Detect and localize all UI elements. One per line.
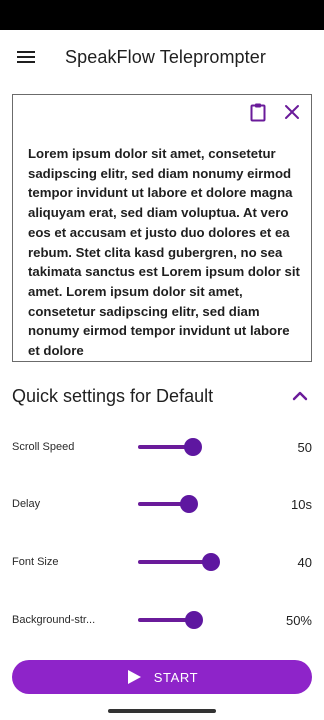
delay-slider[interactable] <box>138 490 238 518</box>
setting-label: Delay <box>12 498 41 510</box>
slider-thumb[interactable] <box>202 553 220 571</box>
script-text-area[interactable]: Lorem ipsum dolor sit amet, consetetur s… <box>12 94 312 362</box>
setting-value: 40 <box>297 554 312 570</box>
slider-thumb[interactable] <box>185 611 203 629</box>
start-button-label: START <box>153 669 199 685</box>
clipboard-icon <box>250 103 266 122</box>
slider-thumb[interactable] <box>184 438 202 456</box>
quick-settings-title: Quick settings for Default <box>12 385 214 406</box>
scroll-speed-slider[interactable] <box>138 433 238 461</box>
app-bar: SpeakFlow Teleprompter <box>0 30 324 84</box>
status-bar <box>0 0 324 30</box>
setting-row-background-strength: Background-str... 50% <box>12 606 312 634</box>
setting-label: Font Size <box>12 556 59 568</box>
slider-thumb[interactable] <box>180 495 198 513</box>
setting-row-font-size: Font Size 40 <box>12 548 312 576</box>
slider-track <box>138 560 211 564</box>
home-indicator <box>108 709 216 713</box>
setting-value: 10s <box>291 496 312 512</box>
setting-label: Scroll Speed <box>12 441 75 453</box>
chevron-up-icon <box>292 391 308 401</box>
close-icon <box>285 105 299 119</box>
font-size-slider[interactable] <box>138 548 238 576</box>
menu-button[interactable] <box>0 30 52 84</box>
background-strength-slider[interactable] <box>138 606 238 634</box>
setting-value: 50 <box>297 439 312 455</box>
setting-row-scroll-speed: Scroll Speed 50 <box>12 433 312 461</box>
setting-row-delay: Delay 10s <box>12 490 312 518</box>
quick-settings-header: Quick settings for Default <box>12 380 312 412</box>
clear-button[interactable] <box>281 101 303 123</box>
script-text[interactable]: Lorem ipsum dolor sit amet, consetetur s… <box>28 144 304 361</box>
collapse-button[interactable] <box>288 384 312 408</box>
app-title: SpeakFlow Teleprompter <box>65 46 266 67</box>
hamburger-menu-icon <box>17 51 35 63</box>
paste-button[interactable] <box>247 101 269 123</box>
setting-value: 50% <box>285 612 312 628</box>
play-icon <box>127 670 141 684</box>
start-button[interactable]: START <box>12 660 312 694</box>
setting-label: Background-str... <box>12 614 96 626</box>
